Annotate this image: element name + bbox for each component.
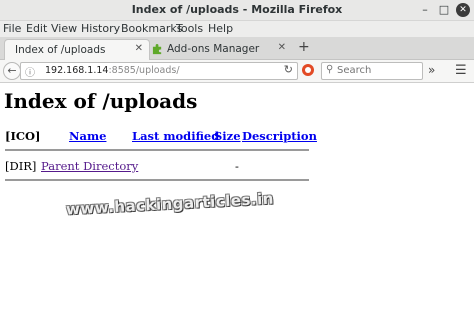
menu-bookmarks[interactable]: Bookmarks bbox=[121, 22, 182, 35]
menu-file[interactable]: File bbox=[3, 22, 21, 35]
menu-help[interactable]: Help bbox=[208, 22, 233, 35]
back-arrow-icon[interactable]: ← bbox=[3, 62, 21, 80]
menu-view[interactable]: View bbox=[51, 22, 77, 35]
puzzle-piece-icon bbox=[152, 44, 162, 55]
window-title: Index of /uploads - Mozilla Firefox bbox=[131, 3, 343, 16]
url-path: :8585/uploads/ bbox=[108, 65, 180, 76]
tab-label: Index of /uploads bbox=[15, 44, 106, 56]
menu-bar: File Edit View History Bookmarks Tools H… bbox=[0, 21, 474, 37]
search-engine-icon[interactable] bbox=[302, 64, 314, 76]
close-window-icon[interactable]: ✕ bbox=[456, 3, 470, 17]
search-input[interactable] bbox=[337, 64, 417, 77]
overflow-chevron-icon[interactable]: » bbox=[428, 63, 435, 77]
header-divider bbox=[5, 149, 309, 151]
close-tab-icon[interactable]: ✕ bbox=[135, 43, 143, 54]
page-heading: Index of /uploads bbox=[4, 89, 198, 113]
row-icon: [DIR] bbox=[5, 159, 37, 173]
minimize-icon[interactable]: – bbox=[418, 3, 432, 17]
hamburger-menu-icon[interactable]: ☰ bbox=[455, 63, 467, 78]
table-row-name: Parent Directory bbox=[41, 159, 138, 173]
menu-edit[interactable]: Edit bbox=[26, 22, 47, 35]
column-last-modified-link[interactable]: Last modified bbox=[132, 129, 219, 143]
column-icon-header: [ICO] bbox=[5, 129, 41, 143]
url-bar[interactable]: ⓘ 192.168.1.14:8585/uploads/ ↻ bbox=[20, 62, 298, 80]
column-name-link[interactable]: Name bbox=[69, 129, 106, 143]
close-tab-icon[interactable]: ✕ bbox=[278, 42, 286, 53]
search-box[interactable]: ⚲ bbox=[321, 62, 423, 80]
url-text[interactable]: 192.168.1.14:8585/uploads/ bbox=[45, 65, 180, 76]
column-description-link[interactable]: Description bbox=[242, 129, 317, 143]
url-host: 192.168.1.14 bbox=[45, 65, 109, 76]
info-icon[interactable]: ⓘ bbox=[25, 64, 35, 79]
tab-strip: Index of /uploads ✕ Add-ons Manager ✕ bbox=[0, 37, 474, 60]
navigation-toolbar: ← ⓘ 192.168.1.14:8585/uploads/ ↻ ⚲ » ☰ bbox=[0, 60, 474, 83]
search-icon: ⚲ bbox=[326, 64, 334, 75]
page-content: Index of /uploads [ICO] Name Last modifi… bbox=[0, 83, 474, 336]
reload-icon[interactable]: ↻ bbox=[284, 63, 293, 76]
menu-tools[interactable]: Tools bbox=[176, 22, 203, 35]
tab-label: Add-ons Manager bbox=[167, 43, 260, 55]
maximize-icon[interactable]: □ bbox=[437, 3, 451, 17]
watermark: www.hackingarticles.in bbox=[65, 189, 275, 219]
new-tab-icon[interactable]: + bbox=[298, 39, 310, 55]
parent-directory-link[interactable]: Parent Directory bbox=[41, 159, 138, 173]
tab-index-uploads[interactable]: Index of /uploads ✕ bbox=[4, 39, 150, 60]
tab-addons-manager[interactable]: Add-ons Manager ✕ bbox=[148, 39, 292, 59]
column-size-link[interactable]: Size bbox=[214, 129, 241, 143]
menu-history[interactable]: History bbox=[81, 22, 120, 35]
row-size: - bbox=[235, 159, 239, 173]
window-titlebar: Index of /uploads - Mozilla Firefox – □ … bbox=[0, 0, 474, 21]
footer-divider bbox=[5, 179, 309, 181]
